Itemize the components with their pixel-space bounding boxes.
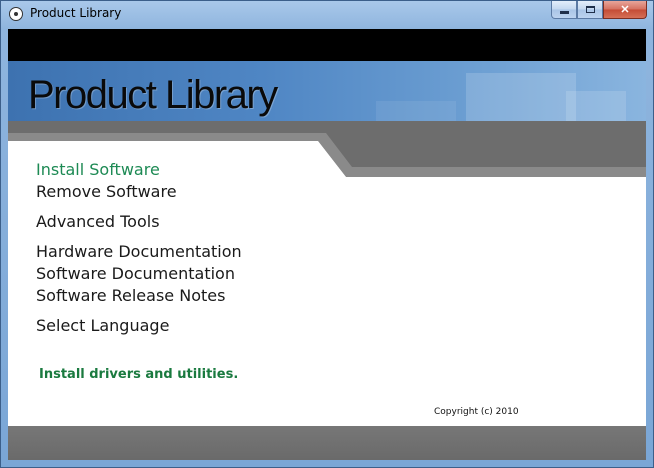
menu-spacer [36, 203, 242, 211]
menu-item-advanced-tools[interactable]: Advanced Tools [36, 211, 242, 233]
maximize-button[interactable] [577, 1, 603, 19]
window-title: Product Library [30, 6, 122, 20]
main-menu: Install Software Remove Software Advance… [36, 159, 242, 337]
caption-buttons: ✕ [551, 1, 647, 20]
menu-item-software-documentation[interactable]: Software Documentation [36, 263, 242, 285]
menu-item-hardware-documentation[interactable]: Hardware Documentation [36, 241, 242, 263]
menu-item-software-release-notes[interactable]: Software Release Notes [36, 285, 242, 307]
disc-icon [9, 7, 23, 21]
app-window: Product Library ✕ Product Library Instal… [0, 0, 654, 468]
title-bar[interactable]: Product Library ✕ [1, 1, 653, 27]
menu-spacer [36, 307, 242, 315]
item-description: Install drivers and utilities. [39, 367, 239, 382]
maximize-icon [585, 6, 595, 13]
top-black-bar [8, 29, 646, 61]
minimize-icon [559, 11, 569, 14]
menu-item-install-software[interactable]: Install Software [36, 159, 242, 181]
minimize-button[interactable] [551, 1, 577, 19]
client-area: Product Library Install Software Remove … [8, 29, 646, 460]
close-icon: ✕ [620, 4, 630, 16]
close-button[interactable]: ✕ [603, 1, 647, 19]
menu-item-select-language[interactable]: Select Language [36, 315, 242, 337]
footer-band [8, 426, 646, 460]
copyright-text: Copyright (c) 2010 [434, 407, 519, 417]
banner-title: Product Library [28, 73, 278, 117]
menu-item-remove-software[interactable]: Remove Software [36, 181, 242, 203]
menu-spacer [36, 233, 242, 241]
